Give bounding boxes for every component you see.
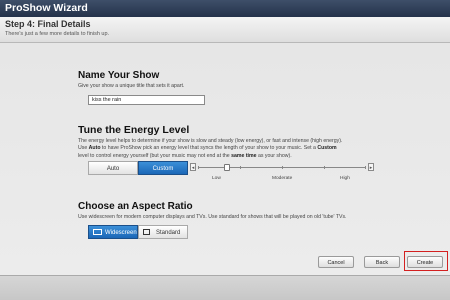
step-header: Step 4: Final Details There's just a few… bbox=[0, 17, 450, 43]
slider-tick bbox=[365, 166, 366, 169]
window-title: ProShow Wizard bbox=[5, 2, 88, 14]
energy-desc-line-2: Use Auto to have ProShow pick an energy … bbox=[78, 145, 378, 152]
energy-desc-text: as your show). bbox=[256, 152, 292, 159]
level-label-moderate: Moderate bbox=[272, 176, 293, 181]
energy-desc-line-1: The energy level helps to determine if y… bbox=[78, 138, 343, 144]
custom-energy-button[interactable]: Custom bbox=[138, 161, 188, 175]
title-bar: ProShow Wizard bbox=[0, 0, 450, 17]
slider-right-arrow-icon[interactable]: ▸ bbox=[368, 163, 374, 171]
show-name-input[interactable]: kiss the rain bbox=[88, 95, 205, 105]
step-title: Step 4: Final Details bbox=[5, 19, 91, 29]
standard-label: Standard bbox=[156, 230, 181, 236]
auto-energy-button[interactable]: Auto bbox=[88, 161, 138, 175]
energy-section-title: Tune the Energy Level bbox=[78, 124, 190, 136]
widescreen-label: Widescreen bbox=[105, 230, 137, 236]
back-button[interactable]: Back bbox=[364, 256, 400, 268]
energy-desc-bold-custom: Custom bbox=[317, 145, 337, 152]
step-subtitle: There's just a few more details to finis… bbox=[5, 31, 110, 37]
standard-button[interactable]: Standard bbox=[138, 225, 188, 239]
energy-desc-bold-same-time: same time bbox=[231, 152, 257, 159]
energy-desc-text: Use bbox=[78, 145, 89, 152]
level-label-high: High bbox=[340, 176, 350, 181]
create-button-highlight bbox=[404, 251, 448, 271]
aspect-section-title: Choose an Aspect Ratio bbox=[78, 201, 193, 212]
wizard-footer bbox=[0, 275, 450, 300]
aspect-section-description: Use widescreen for modern computer displ… bbox=[78, 214, 347, 220]
widescreen-icon bbox=[93, 229, 102, 235]
slider-tick bbox=[240, 166, 241, 169]
energy-desc-text: to have ProShow pick an energy level tha… bbox=[100, 145, 318, 152]
level-label-low: Low bbox=[212, 176, 221, 181]
energy-section-description: The energy level helps to determine if y… bbox=[78, 138, 378, 160]
name-section-title: Name Your Show bbox=[78, 70, 160, 81]
slider-tick bbox=[282, 166, 283, 169]
slider-left-arrow-icon[interactable]: ◂ bbox=[190, 163, 196, 171]
slider-tick bbox=[324, 166, 325, 169]
slider-thumb[interactable] bbox=[223, 164, 230, 171]
energy-slider[interactable]: ◂ ▸ bbox=[190, 163, 374, 172]
energy-desc-bold-auto: Auto bbox=[88, 145, 101, 152]
name-section-description: Give your show a unique title that sets … bbox=[78, 83, 185, 89]
standard-icon bbox=[143, 229, 150, 235]
energy-desc-text: level to control energy yourself (but yo… bbox=[78, 152, 232, 159]
widescreen-button[interactable]: Widescreen bbox=[88, 225, 138, 239]
cancel-button[interactable]: Cancel bbox=[318, 256, 354, 268]
slider-tick bbox=[198, 166, 199, 169]
energy-desc-line-3: level to control energy yourself (but yo… bbox=[78, 153, 378, 160]
